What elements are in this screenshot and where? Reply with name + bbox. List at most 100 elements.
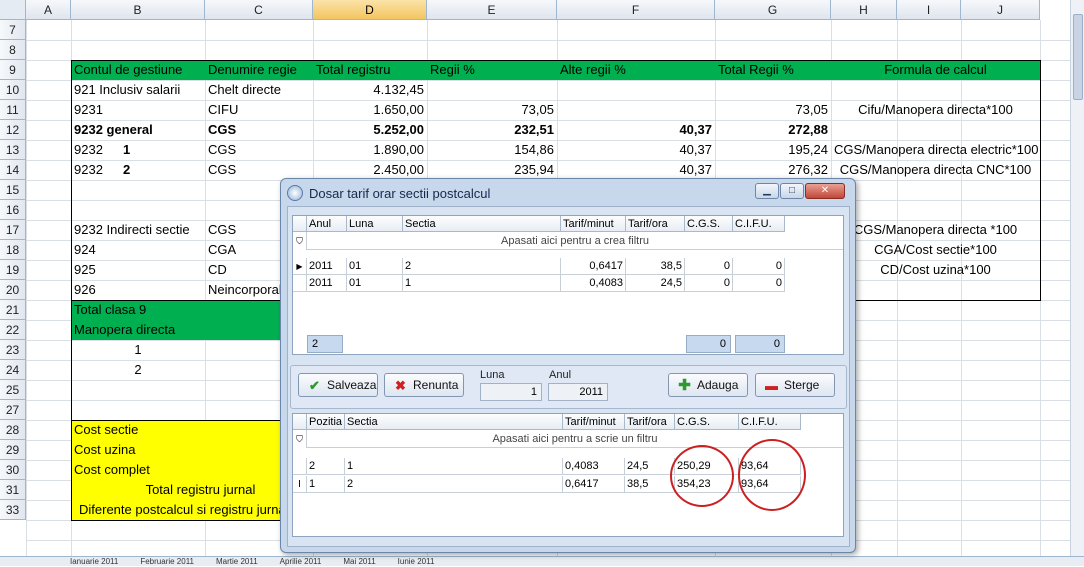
top-grid-header[interactable]: C.I.F.U. bbox=[733, 216, 785, 232]
row-header-18[interactable]: 18 bbox=[0, 240, 26, 260]
column-header-i[interactable]: I bbox=[897, 0, 961, 20]
top-grid-cell[interactable]: 24,5 bbox=[626, 275, 685, 292]
top-grid-header[interactable]: Anul bbox=[307, 216, 347, 232]
top-grid-cell[interactable]: 2011 bbox=[307, 258, 347, 275]
luna-label: Luna bbox=[480, 369, 505, 381]
bottom-grid-header[interactable]: C.G.S. bbox=[675, 414, 739, 430]
row-header-29[interactable]: 29 bbox=[0, 440, 26, 460]
minimize-icon[interactable]: ▁ bbox=[755, 183, 779, 199]
close-icon[interactable]: ✕ bbox=[805, 183, 845, 199]
top-filter-row[interactable]: Apasati aici pentru a crea filtru bbox=[307, 232, 843, 250]
row-header-15[interactable]: 15 bbox=[0, 180, 26, 200]
bottom-grid-header[interactable]: Pozitia bbox=[307, 414, 345, 430]
row-header-12[interactable]: 12 bbox=[0, 120, 26, 140]
app-icon bbox=[287, 185, 303, 201]
column-header-c[interactable]: C bbox=[205, 0, 313, 20]
column-header-g[interactable]: G bbox=[715, 0, 831, 20]
top-grid-cell[interactable]: 0 bbox=[733, 275, 785, 292]
row-header-19[interactable]: 19 bbox=[0, 260, 26, 280]
row-header-30[interactable]: 30 bbox=[0, 460, 26, 480]
top-grid-cell[interactable]: 0 bbox=[685, 275, 733, 292]
row-header-27[interactable]: 27 bbox=[0, 400, 26, 420]
sheet-tab[interactable]: Iunie 2011 bbox=[398, 557, 435, 566]
bottom-grid-cell[interactable]: 1 bbox=[307, 476, 345, 493]
column-header-j[interactable]: J bbox=[961, 0, 1040, 20]
column-header-h[interactable]: H bbox=[831, 0, 897, 20]
top-grid-cell[interactable]: 01 bbox=[347, 258, 403, 275]
row-header-17[interactable]: 17 bbox=[0, 220, 26, 240]
sheet-tabs-bar: Ianuarie 2011 Februarie 2011 Martie 2011 Ap… bbox=[0, 556, 1084, 566]
row-header-28[interactable]: 28 bbox=[0, 420, 26, 440]
bottom-grid-cell[interactable]: 0,6417 bbox=[563, 476, 625, 493]
bottom-grid-cell[interactable]: 0,4083 bbox=[563, 458, 625, 475]
sheet-tab[interactable]: Ianuarie 2011 bbox=[70, 557, 118, 566]
column-header-d[interactable]: D bbox=[313, 0, 427, 20]
row-header-8[interactable]: 8 bbox=[0, 40, 26, 60]
row-header-11[interactable]: 11 bbox=[0, 100, 26, 120]
bottom-grid-header[interactable]: Tarif/ora bbox=[625, 414, 675, 430]
top-grid-cell[interactable]: 0,6417 bbox=[561, 258, 626, 275]
filter-icon[interactable]: ⛉ bbox=[293, 430, 307, 448]
top-grid-cell[interactable]: 0 bbox=[685, 258, 733, 275]
top-grid-header[interactable]: Tarif/ora bbox=[626, 216, 685, 232]
row-header-20[interactable]: 20 bbox=[0, 280, 26, 300]
bottom-grid-cell[interactable]: 2 bbox=[307, 458, 345, 475]
sheet-tab[interactable]: Aprilie 2011 bbox=[280, 557, 322, 566]
top-grid-cell[interactable]: 0,4083 bbox=[561, 275, 626, 292]
row-header-22[interactable]: 22 bbox=[0, 320, 26, 340]
sheet-tab[interactable]: Februarie 2011 bbox=[140, 557, 194, 566]
row-header-10[interactable]: 10 bbox=[0, 80, 26, 100]
select-all-corner[interactable] bbox=[0, 0, 26, 20]
row-header-21[interactable]: 21 bbox=[0, 300, 26, 320]
bottom-grid-cell[interactable]: 24,5 bbox=[625, 458, 675, 475]
sheet-tab[interactable]: Mai 2011 bbox=[343, 557, 375, 566]
maximize-icon[interactable]: □ bbox=[780, 183, 804, 199]
column-header-b[interactable]: B bbox=[71, 0, 205, 20]
top-grid-header[interactable]: Luna bbox=[347, 216, 403, 232]
top-grid-cell[interactable]: 1 bbox=[403, 275, 561, 292]
bottom-grid-header[interactable]: C.I.F.U. bbox=[739, 414, 801, 430]
row-header-24[interactable]: 24 bbox=[0, 360, 26, 380]
row-header-13[interactable]: 13 bbox=[0, 140, 26, 160]
top-grid-header[interactable]: C.G.S. bbox=[685, 216, 733, 232]
vertical-scrollbar[interactable] bbox=[1070, 0, 1084, 556]
row-header-23[interactable]: 23 bbox=[0, 340, 26, 360]
renunta-button[interactable]: ✖ Renunta bbox=[384, 373, 464, 397]
bottom-grid-cell[interactable]: 2 bbox=[345, 476, 563, 493]
sheet-tab[interactable]: Martie 2011 bbox=[216, 557, 258, 566]
top-grid-header[interactable]: Sectia bbox=[403, 216, 561, 232]
filter-icon[interactable]: ⛉ bbox=[293, 232, 307, 250]
sterge-button[interactable]: ▬ Sterge bbox=[755, 373, 835, 397]
row-header-16[interactable]: 16 bbox=[0, 200, 26, 220]
row-header-7[interactable]: 7 bbox=[0, 20, 26, 40]
adauga-button[interactable]: ✚ Adauga bbox=[668, 373, 748, 397]
top-footer-count: 2 bbox=[307, 335, 343, 353]
top-grid[interactable]: Anul Luna Sectia Tarif/minut Tarif/ora C.G.S.… bbox=[292, 215, 844, 355]
top-grid-cell[interactable]: 2011 bbox=[307, 275, 347, 292]
row-header-9[interactable]: 9 bbox=[0, 60, 26, 80]
row-header-14[interactable]: 14 bbox=[0, 160, 26, 180]
highlight-cifu-ellipse bbox=[738, 439, 806, 511]
row-header-33[interactable]: 33 bbox=[0, 500, 26, 520]
gridline bbox=[26, 40, 1070, 41]
column-header-f[interactable]: F bbox=[557, 0, 715, 20]
column-header-e[interactable]: E bbox=[427, 0, 557, 20]
bottom-grid-cell[interactable]: 1 bbox=[345, 458, 563, 475]
bottom-grid-header[interactable]: Tarif/minut bbox=[563, 414, 625, 430]
anul-field[interactable]: 2011 bbox=[548, 383, 608, 401]
dosar-tarif-dialog[interactable]: Dosar tarif orar sectii postcalcul ▁ □ ✕… bbox=[280, 178, 856, 553]
salveaza-button[interactable]: ✔ Salveaza bbox=[298, 373, 378, 397]
bottom-grid-cell[interactable]: 38,5 bbox=[625, 476, 675, 493]
top-grid-cell[interactable]: 0 bbox=[733, 258, 785, 275]
top-grid-cell[interactable]: 01 bbox=[347, 275, 403, 292]
scrollbar-thumb[interactable] bbox=[1073, 14, 1083, 100]
column-header-a[interactable]: A bbox=[26, 0, 71, 20]
top-grid-cell[interactable]: 2 bbox=[403, 258, 561, 275]
bottom-grid-header[interactable]: Sectia bbox=[345, 414, 563, 430]
row-header-31[interactable]: 31 bbox=[0, 480, 26, 500]
luna-field[interactable]: 1 bbox=[480, 383, 542, 401]
top-grid-cell[interactable]: 38,5 bbox=[626, 258, 685, 275]
row-header-25[interactable]: 25 bbox=[0, 380, 26, 400]
top-grid-header[interactable]: Tarif/minut bbox=[561, 216, 626, 232]
text-cursor-icon: I bbox=[293, 476, 307, 493]
